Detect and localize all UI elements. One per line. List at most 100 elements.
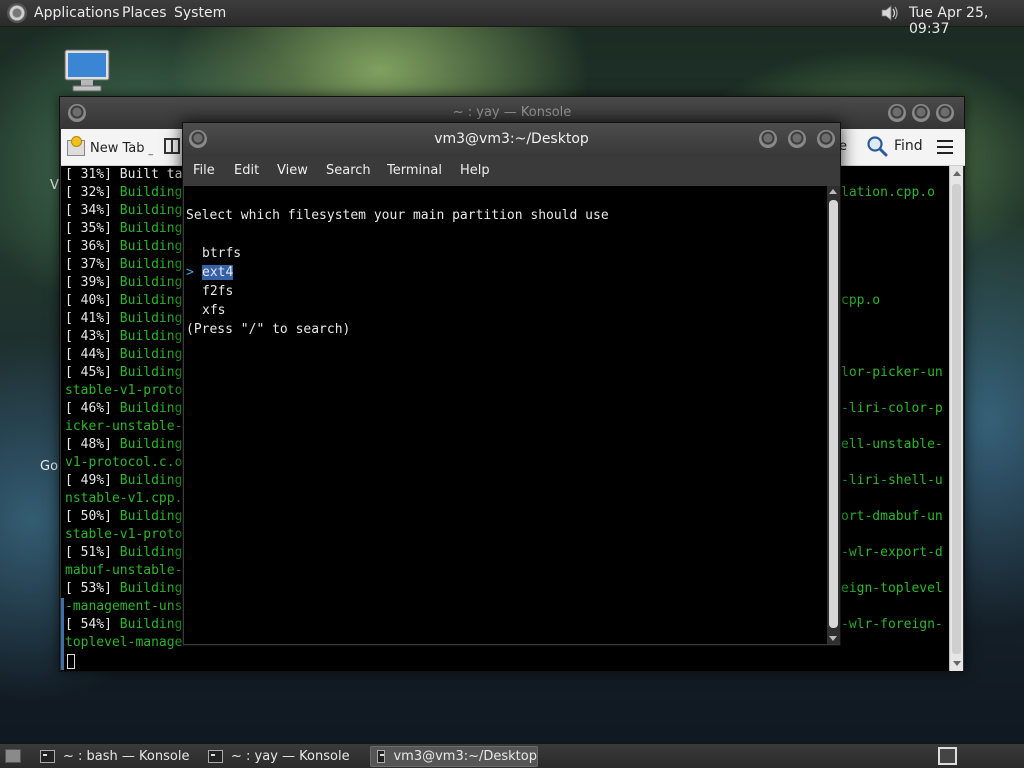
option-xfs[interactable]: xfs [202, 303, 225, 318]
terminal-line-tail: -wlr-foreign- [841, 617, 943, 632]
maximize-icon[interactable] [788, 130, 806, 148]
line-text: icker-unstable- [65, 419, 183, 434]
line-text: Building [111, 509, 183, 524]
option-ext4-selected[interactable]: ext4 [202, 265, 234, 280]
maximize-icon[interactable] [912, 104, 930, 122]
computer-icon[interactable] [63, 47, 111, 95]
terminal-line-tail: -wlr-export-d [841, 545, 943, 560]
desktop-label-fragment-go: Go [40, 459, 59, 474]
scroll-up-icon[interactable] [953, 171, 961, 176]
terminal-scrollbar[interactable] [827, 186, 840, 644]
menu-terminal[interactable]: Terminal [387, 163, 442, 178]
line-text: Building [111, 203, 183, 218]
option-f2fs[interactable]: f2fs [202, 284, 233, 299]
window-title: ~ : yay — Konsole [452, 105, 572, 120]
menu-search[interactable]: Search [326, 163, 371, 178]
selection-marker [61, 598, 64, 670]
line-text: Building [111, 293, 183, 308]
find-button[interactable]: Find [866, 135, 923, 157]
terminal-line: [ 43%] Building [65, 328, 195, 346]
minimize-icon[interactable] [888, 104, 906, 122]
progress-percent: [ 41%] [65, 311, 112, 326]
terminal-line: [ 45%] Building [65, 364, 195, 382]
progress-percent: [ 39%] [65, 275, 112, 290]
terminal-line: [ 35%] Building [65, 220, 195, 238]
terminal-icon [208, 750, 223, 763]
menu-edit[interactable]: Edit [234, 163, 259, 178]
dropdown-indicator: _ [148, 146, 154, 156]
progress-percent: [ 53%] [65, 581, 112, 596]
window-titlebar[interactable]: vm3@vm3:~/Desktop [183, 123, 840, 156]
terminal-line-tail [841, 310, 949, 328]
menu-help[interactable]: Help [460, 163, 490, 178]
scrollbar-thumb[interactable] [829, 200, 838, 628]
selection-cursor: > [186, 265, 194, 280]
scrollbar-thumb[interactable] [952, 184, 961, 654]
progress-percent: [ 34%] [65, 203, 112, 218]
progress-percent: [ 44%] [65, 347, 112, 362]
scroll-down-icon[interactable] [953, 661, 961, 666]
terminal-line: nstable-v1.cpp. [65, 490, 195, 508]
terminal-line: [ 46%] Building [65, 400, 195, 418]
progress-percent: [ 43%] [65, 329, 112, 344]
line-text: Building [111, 347, 183, 362]
task-label: vm3@vm3:~/Desktop [393, 749, 537, 764]
progress-percent: [ 45%] [65, 365, 112, 380]
terminal-line-tail [841, 256, 949, 274]
window-menu-icon[interactable] [189, 130, 207, 148]
task-label: ~ : yay — Konsole [231, 749, 350, 764]
terminal-icon [377, 750, 386, 763]
konsole-scrollbar[interactable] [949, 166, 963, 671]
terminal-line: [ 39%] Building [65, 274, 195, 292]
line-text: Building [111, 473, 183, 488]
task-bash-konsole[interactable]: ~ : bash — Konsole [34, 746, 199, 767]
task-vm3-terminal[interactable]: vm3@vm3:~/Desktop [370, 746, 538, 767]
progress-percent: [ 46%] [65, 401, 112, 416]
scroll-down-icon[interactable] [829, 636, 837, 641]
top-panel: Applications Places System Tue Apr 25, 0… [0, 0, 1024, 37]
menu-view[interactable]: View [277, 163, 308, 178]
option-btrfs[interactable]: btrfs [202, 246, 241, 261]
terminal-line-tail [841, 526, 949, 544]
progress-percent: [ 49%] [65, 473, 112, 488]
progress-percent: [ 51%] [65, 545, 112, 560]
gnome-foot-icon[interactable] [7, 3, 27, 23]
workspace-switcher[interactable] [938, 747, 957, 765]
close-icon[interactable] [817, 130, 835, 148]
progress-percent: [ 54%] [65, 617, 112, 632]
scroll-up-icon[interactable] [829, 189, 837, 194]
line-text: stable-v1-proto [65, 383, 183, 398]
terminal-line-tail: ell-unstable- [841, 437, 943, 452]
terminal-line: [ 37%] Building [65, 256, 195, 274]
line-text: Building [111, 437, 183, 452]
terminal-line: [ 53%] Building [65, 580, 195, 598]
menu-places[interactable]: Places [122, 5, 167, 21]
line-text: mabuf-unstable- [65, 563, 183, 578]
terminal-line-tail: lor-picker-un [841, 365, 943, 380]
close-icon[interactable] [936, 104, 954, 122]
line-text: Building [111, 239, 183, 254]
window-menu-icon[interactable] [68, 104, 86, 122]
volume-icon[interactable] [880, 4, 900, 22]
line-text: v1-protocol.c.o [65, 455, 183, 470]
new-tab-button[interactable]: New Tab _ [67, 136, 154, 159]
task-yay-konsole[interactable]: ~ : yay — Konsole [202, 746, 367, 767]
terminal-line-tail [841, 562, 949, 580]
terminal-line-tail [841, 166, 949, 184]
menu-system[interactable]: System [174, 5, 226, 21]
line-text: toplevel-manage [65, 635, 183, 650]
terminal-line: [ 36%] Building [65, 238, 195, 256]
terminal-window: vm3@vm3:~/Desktop File Edit View Search … [182, 122, 841, 646]
progress-percent: [ 40%] [65, 293, 112, 308]
show-desktop-icon[interactable] [5, 749, 21, 763]
menu-applications[interactable]: Applications [34, 5, 120, 21]
terminal-line: mabuf-unstable- [65, 562, 195, 580]
terminal-screen[interactable]: Select which filesystem your main partit… [184, 186, 827, 644]
find-label: Find [894, 138, 923, 154]
terminal-line-tail [841, 490, 949, 508]
split-view-icon[interactable] [164, 138, 180, 154]
clock[interactable]: Tue Apr 25, 09:37 [909, 5, 1024, 37]
hamburger-menu-icon[interactable] [937, 140, 953, 154]
menu-file[interactable]: File [193, 163, 215, 178]
minimize-icon[interactable] [759, 130, 777, 148]
